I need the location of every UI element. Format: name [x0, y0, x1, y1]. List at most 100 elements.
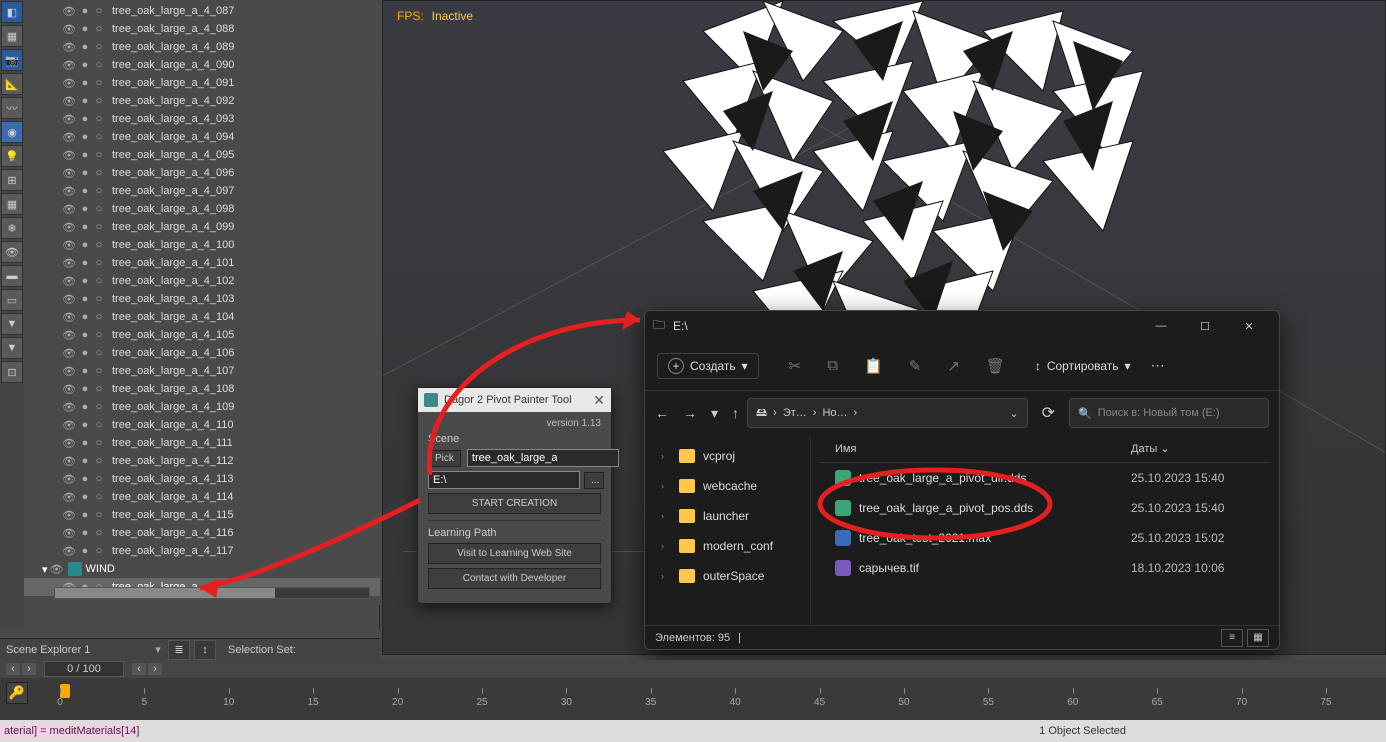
- file-row[interactable]: tree_oak_large_a_pivot_dir.dds25.10.2023…: [819, 463, 1271, 493]
- tree-row[interactable]: 👁●○tree_oak_large_a_4_095: [24, 146, 380, 164]
- tool-icon[interactable]: ▼: [1, 313, 23, 335]
- tool-icon[interactable]: ❄: [1, 217, 23, 239]
- timeline-next-button[interactable]: ›: [22, 663, 36, 675]
- tool-icon[interactable]: ▦: [1, 193, 23, 215]
- search-field[interactable]: 🔍 Поиск в: Новый том (E:): [1069, 398, 1269, 428]
- column-header[interactable]: Имя Даты ⌄: [819, 435, 1271, 463]
- layers-icon[interactable]: ≣: [168, 640, 190, 660]
- delete-icon[interactable]: 🗑: [986, 357, 1005, 375]
- breadcrumb[interactable]: 🖴 › Эт… › Но… › ⌄: [747, 398, 1028, 428]
- visit-website-button[interactable]: Visit to Learning Web Site: [428, 543, 601, 564]
- sort-button[interactable]: ↕ Сортировать ▾: [1035, 359, 1131, 373]
- tool-icon[interactable]: ▼: [1, 337, 23, 359]
- tool-icon[interactable]: 〰: [1, 97, 23, 119]
- cut-icon[interactable]: ✂: [789, 357, 802, 375]
- tool-icon[interactable]: 📐: [1, 73, 23, 95]
- sidebar-item[interactable]: ›modern_conf: [645, 531, 810, 561]
- chevron-down-icon[interactable]: ⌄: [1009, 407, 1018, 420]
- pick-button[interactable]: Pick: [428, 450, 461, 467]
- grid-view-button[interactable]: ▦: [1247, 629, 1269, 647]
- chevron-down-icon[interactable]: ▾: [711, 405, 718, 422]
- tool-icon[interactable]: ◉: [1, 121, 23, 143]
- paste-icon[interactable]: 📋: [864, 357, 883, 375]
- tree-row[interactable]: 👁●○tree_oak_large_a_4_088: [24, 20, 380, 38]
- tree-row[interactable]: 👁●○tree_oak_large_a_4_115: [24, 506, 380, 524]
- start-creation-button[interactable]: START CREATION: [428, 493, 601, 514]
- tree-row[interactable]: 👁●○tree_oak_large_a_4_090: [24, 56, 380, 74]
- contact-developer-button[interactable]: Contact with Developer: [428, 568, 601, 589]
- back-button[interactable]: ←: [655, 405, 669, 422]
- tree-row[interactable]: 👁●○tree_oak_large_a_4_117: [24, 542, 380, 560]
- tool-icon[interactable]: 💡: [1, 145, 23, 167]
- tree-row[interactable]: 👁●○tree_oak_large_a_4_089: [24, 38, 380, 56]
- list-view-button[interactable]: ≡: [1221, 629, 1243, 647]
- tree-row[interactable]: 👁●○tree_oak_large_a_4_105: [24, 326, 380, 344]
- scene-tree[interactable]: 👁●○tree_oak_large_a_4_087👁●○tree_oak_lar…: [24, 0, 380, 605]
- breadcrumb-item[interactable]: Но…: [822, 407, 847, 419]
- tree-row[interactable]: 👁●○tree_oak_large_a_4_116: [24, 524, 380, 542]
- forward-button[interactable]: →: [683, 405, 697, 422]
- tree-row[interactable]: 👁●○tree_oak_large_a_4_100: [24, 236, 380, 254]
- tool-icon[interactable]: ▬: [1, 265, 23, 287]
- close-icon[interactable]: ✕: [593, 392, 605, 409]
- dropdown-icon[interactable]: ▾: [150, 643, 166, 656]
- tree-row[interactable]: 👁●○tree_oak_large_a_4_109: [24, 398, 380, 416]
- share-icon[interactable]: ↗: [947, 357, 960, 375]
- sidebar-item[interactable]: ›launcher: [645, 501, 810, 531]
- more-button[interactable]: ⋯: [1151, 357, 1165, 374]
- tree-row[interactable]: 👁●○tree_oak_large_a_4_096: [24, 164, 380, 182]
- horizontal-scrollbar[interactable]: [54, 587, 370, 599]
- explorer-titlebar[interactable]: 🗀 E:\ — ☐ ✕: [645, 311, 1279, 341]
- sidebar-item[interactable]: ›webcache: [645, 471, 810, 501]
- tree-group-wind[interactable]: ▾👁WIND: [24, 560, 380, 578]
- tree-row[interactable]: 👁●○tree_oak_large_a_4_110: [24, 416, 380, 434]
- tree-row[interactable]: 👁●○tree_oak_large_a_4_099: [24, 218, 380, 236]
- tool-icon[interactable]: 👁: [1, 241, 23, 263]
- browse-button[interactable]: ...: [584, 472, 604, 489]
- tree-row[interactable]: 👁●○tree_oak_large_a_4_097: [24, 182, 380, 200]
- timeline-prev-button[interactable]: ‹: [6, 663, 20, 675]
- sidebar-item[interactable]: ›outerSpace: [645, 561, 810, 591]
- tool-icon[interactable]: ◧: [1, 1, 23, 23]
- tree-row[interactable]: 👁●○tree_oak_large_a_4_101: [24, 254, 380, 272]
- tree-row[interactable]: 👁●○tree_oak_large_a_4_087: [24, 2, 380, 20]
- copy-icon[interactable]: ⧉: [827, 357, 838, 375]
- tree-row[interactable]: 👁●○tree_oak_large_a_4_112: [24, 452, 380, 470]
- timeline-prev-button[interactable]: ‹: [132, 663, 146, 675]
- key-button[interactable]: 🔑: [6, 682, 28, 704]
- up-button[interactable]: ↑: [732, 405, 739, 422]
- time-ruler[interactable]: 051015202530354045505560657075: [60, 678, 1326, 708]
- column-name[interactable]: Имя: [819, 443, 1131, 455]
- file-row[interactable]: tree_oak_large_a_pivot_pos.dds25.10.2023…: [819, 493, 1271, 523]
- column-date[interactable]: Даты ⌄: [1131, 442, 1271, 455]
- maxscript-listener[interactable]: aterial] = meditMaterials[14]: [0, 725, 139, 737]
- refresh-button[interactable]: ⟳: [1042, 403, 1055, 423]
- tool-icon[interactable]: 📷: [1, 49, 23, 71]
- tree-row[interactable]: 👁●○tree_oak_large_a_4_093: [24, 110, 380, 128]
- minimize-button[interactable]: —: [1139, 311, 1183, 341]
- sidebar-item[interactable]: ›vcproj: [645, 441, 810, 471]
- file-row[interactable]: сарычев.tif18.10.2023 10:06: [819, 553, 1271, 583]
- tree-row[interactable]: 👁●○tree_oak_large_a_4_108: [24, 380, 380, 398]
- breadcrumb-item[interactable]: Эт…: [783, 407, 807, 419]
- output-path-field[interactable]: [428, 471, 580, 489]
- dialog-titlebar[interactable]: Dagor 2 Pivot Painter Tool ✕: [418, 388, 611, 412]
- tree-row[interactable]: 👁●○tree_oak_large_a_4_107: [24, 362, 380, 380]
- tree-row[interactable]: 👁●○tree_oak_large_a_4_092: [24, 92, 380, 110]
- tree-row[interactable]: 👁●○tree_oak_large_a_4_106: [24, 344, 380, 362]
- tree-row[interactable]: 👁●○tree_oak_large_a_4_103: [24, 290, 380, 308]
- tool-icon[interactable]: ⊞: [1, 169, 23, 191]
- tree-row[interactable]: 👁●○tree_oak_large_a_4_102: [24, 272, 380, 290]
- tool-icon[interactable]: ⊡: [1, 361, 23, 383]
- close-button[interactable]: ✕: [1227, 311, 1271, 341]
- tree-row[interactable]: 👁●○tree_oak_large_a_4_094: [24, 128, 380, 146]
- sort-icon[interactable]: ↕: [194, 640, 216, 660]
- maximize-button[interactable]: ☐: [1183, 311, 1227, 341]
- tool-icon[interactable]: ▦: [1, 25, 23, 47]
- tool-icon[interactable]: ▭: [1, 289, 23, 311]
- tree-row[interactable]: 👁●○tree_oak_large_a_4_114: [24, 488, 380, 506]
- tree-row[interactable]: 👁●○tree_oak_large_a_4_091: [24, 74, 380, 92]
- file-row[interactable]: tree_oak_test_2021.max25.10.2023 15:02: [819, 523, 1271, 553]
- tree-row[interactable]: 👁●○tree_oak_large_a_4_098: [24, 200, 380, 218]
- time-cursor[interactable]: [60, 684, 70, 698]
